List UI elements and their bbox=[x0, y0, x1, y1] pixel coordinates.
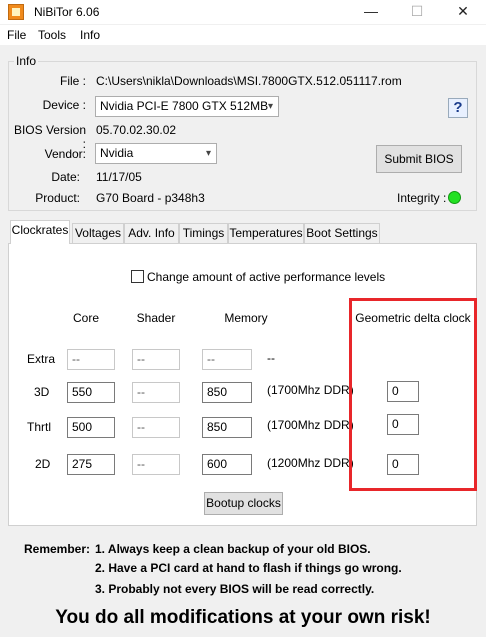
file-label: File : bbox=[59, 74, 86, 88]
device-select-value: Nvidia PCI-E 7800 GTX 512MB bbox=[100, 99, 269, 113]
tab-clockrates[interactable]: Clockrates bbox=[10, 220, 70, 244]
app-icon bbox=[8, 4, 24, 20]
thrtl-shader-input: -- bbox=[132, 417, 180, 438]
tab-timings[interactable]: Timings bbox=[179, 223, 228, 243]
reminder-line-2: 2. Have a PCI card at hand to flash if t… bbox=[95, 561, 402, 575]
3d-core-input[interactable]: 550 bbox=[67, 382, 115, 403]
delta-clock-highlight bbox=[349, 298, 477, 491]
tab-voltages[interactable]: Voltages bbox=[72, 223, 124, 243]
extra-core-input: -- bbox=[67, 349, 115, 370]
menu-file[interactable]: File bbox=[7, 28, 26, 42]
device-label: Device : bbox=[42, 98, 86, 112]
row-label-thrtl: Thrtl bbox=[27, 420, 51, 434]
date-label: Date: bbox=[51, 170, 80, 184]
memory-header: Memory bbox=[224, 311, 268, 325]
row-label-extra: Extra bbox=[27, 352, 56, 366]
core-header: Core bbox=[72, 311, 99, 325]
menu-info[interactable]: Info bbox=[80, 28, 100, 42]
file-path: C:\Users\nikla\Downloads\MSI.7800GTX.512… bbox=[96, 74, 402, 88]
2d-memory-ddr: (1200Mhz DDR) bbox=[267, 456, 354, 470]
close-button[interactable]: ✕ bbox=[440, 0, 486, 24]
remember-label: Remember: bbox=[24, 542, 91, 556]
minimize-button[interactable]: — bbox=[348, 0, 394, 24]
reminder-line-3: 3. Probably not every BIOS will be read … bbox=[95, 582, 375, 596]
bootup-clocks-button[interactable]: Bootup clocks bbox=[204, 492, 283, 515]
extra-memory-input: -- bbox=[202, 349, 252, 370]
vendor-select-value: Nvidia bbox=[100, 146, 134, 160]
2d-core-input[interactable]: 275 bbox=[67, 454, 115, 475]
bios-version-value: 05.70.02.30.02 bbox=[96, 123, 177, 137]
menu-tools[interactable]: Tools bbox=[38, 28, 66, 42]
menu-bar bbox=[0, 25, 486, 45]
maximize-button[interactable]: ☐ bbox=[394, 0, 440, 24]
thrtl-memory-ddr: (1700Mhz DDR) bbox=[267, 418, 354, 432]
tab-temperatures[interactable]: Temperatures bbox=[228, 223, 304, 243]
2d-shader-input: -- bbox=[132, 454, 180, 475]
help-icon[interactable]: ? bbox=[448, 98, 468, 118]
row-label-3d: 3D bbox=[34, 385, 50, 399]
3d-memory-input[interactable]: 850 bbox=[202, 382, 252, 403]
date-value: 11/17/05 bbox=[96, 170, 142, 184]
thrtl-memory-input[interactable]: 850 bbox=[202, 417, 252, 438]
chevron-down-icon: ▾ bbox=[205, 148, 211, 159]
row-label-2d: 2D bbox=[35, 457, 51, 471]
info-group-title: Info bbox=[14, 54, 39, 68]
extra-shader-input: -- bbox=[132, 349, 180, 370]
vendor-select[interactable]: Nvidia ▾ bbox=[95, 143, 217, 164]
risk-warning: You do all modifications at your own ris… bbox=[55, 607, 431, 628]
submit-bios-button[interactable]: Submit BIOS bbox=[376, 145, 462, 173]
integrity-status-icon bbox=[448, 191, 461, 204]
shader-header: Shader bbox=[136, 311, 176, 325]
chevron-down-icon: ▾ bbox=[267, 101, 273, 112]
change-levels-label: Change amount of active performance leve… bbox=[147, 270, 386, 284]
extra-memory-note: -- bbox=[267, 351, 275, 365]
thrtl-core-input[interactable]: 500 bbox=[67, 417, 115, 438]
tab-boot-settings[interactable]: Boot Settings bbox=[304, 223, 380, 243]
device-select[interactable]: Nvidia PCI-E 7800 GTX 512MB ▾ bbox=[95, 96, 279, 117]
change-levels-checkbox[interactable] bbox=[131, 270, 144, 283]
3d-memory-ddr: (1700Mhz DDR) bbox=[267, 383, 354, 397]
window-title: NiBiTor 6.06 bbox=[34, 5, 100, 19]
tab-adv-info[interactable]: Adv. Info bbox=[124, 223, 179, 243]
product-value: G70 Board - p348h3 bbox=[96, 191, 205, 205]
vendor-label: Vendor: bbox=[44, 147, 86, 161]
reminder-line-1: 1. Always keep a clean backup of your ol… bbox=[95, 542, 371, 556]
3d-shader-input: -- bbox=[132, 382, 180, 403]
product-label: Product: bbox=[35, 191, 80, 205]
integrity-label: Integrity : bbox=[397, 191, 447, 205]
2d-memory-input[interactable]: 600 bbox=[202, 454, 252, 475]
